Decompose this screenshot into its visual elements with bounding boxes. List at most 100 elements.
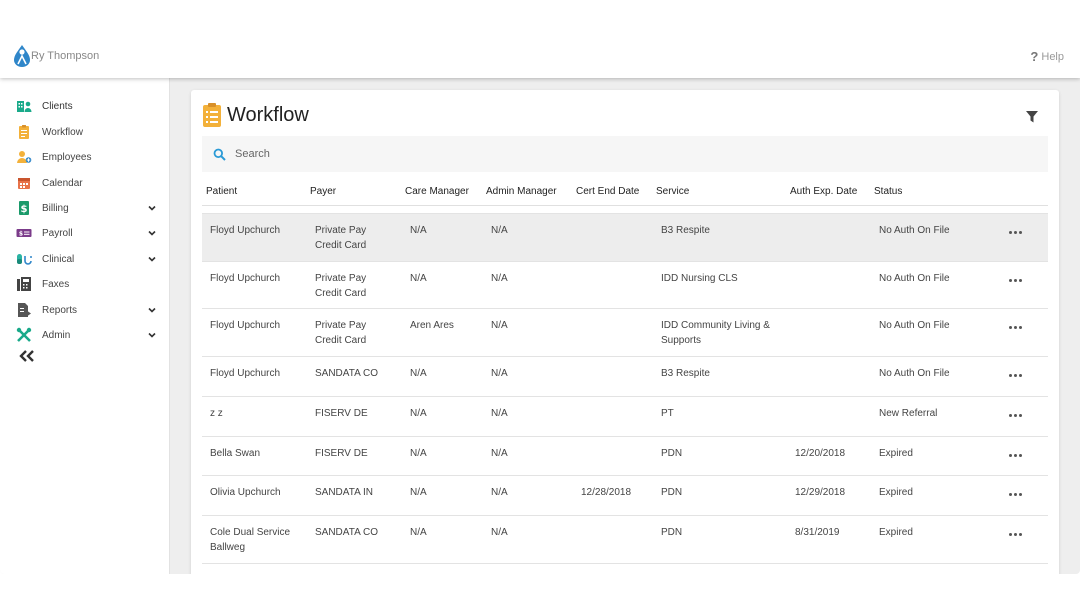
clipboard-icon xyxy=(203,103,221,127)
table-row[interactable]: Olivia Upchurch SANDATA IN N/A N/A 12/28/201… xyxy=(202,476,1048,516)
column-header-care-manager[interactable]: Care Manager xyxy=(405,186,469,197)
chevron-down-icon[interactable] xyxy=(147,203,157,213)
column-header-status[interactable]: Status xyxy=(874,186,902,197)
collapse-sidebar-icon[interactable] xyxy=(18,349,36,363)
row-more-actions-icon[interactable] xyxy=(1009,374,1023,378)
cell-line: Credit Card xyxy=(315,335,367,346)
cell-patient: Cole Dual Service Ballweg xyxy=(210,525,290,555)
help-link[interactable]: ? Help xyxy=(1030,49,1064,64)
column-header-cert-end-date[interactable]: Cert End Date xyxy=(576,186,639,197)
row-more-actions-icon[interactable] xyxy=(1009,454,1023,458)
cell-status: No Auth On File xyxy=(879,225,950,236)
cell-service: PDN xyxy=(661,485,682,500)
dot xyxy=(1014,454,1017,457)
cell-line: FISERV DE xyxy=(315,448,368,459)
dot xyxy=(1019,493,1022,496)
cell-line: Supports xyxy=(661,335,702,346)
column-header-service[interactable]: Service xyxy=(656,186,689,197)
cell-care-manager: N/A xyxy=(410,273,427,284)
sidebar: Clients Workflow Employees Calendar $ Bi… xyxy=(0,78,170,574)
cell-status: No Auth On File xyxy=(879,368,950,379)
row-more-actions-icon[interactable] xyxy=(1009,493,1023,497)
chevron-down-icon[interactable] xyxy=(147,228,157,238)
sidebar-item-employees[interactable]: Employees xyxy=(0,146,170,168)
cell-payer: SANDATA CO xyxy=(315,366,378,381)
sidebar-item-reports[interactable]: Reports xyxy=(0,299,170,321)
cell-line: B3 Respite xyxy=(661,225,710,236)
chevron-down-icon[interactable] xyxy=(147,330,157,340)
sidebar-item-clients[interactable]: Clients xyxy=(0,95,170,117)
cell-line: Credit Card xyxy=(315,240,367,251)
chevron-down-icon[interactable] xyxy=(147,254,157,264)
row-more-actions-icon[interactable] xyxy=(1009,414,1023,418)
sidebar-item-payroll[interactable]: $ Payroll xyxy=(0,222,170,244)
cell-admin-manager: N/A xyxy=(491,320,508,331)
cell-status: No Auth On File xyxy=(879,273,950,284)
filter-icon[interactable] xyxy=(1025,110,1039,124)
row-more-actions-icon[interactable] xyxy=(1009,279,1023,283)
cell-admin-manager: N/A xyxy=(491,448,508,459)
search-input[interactable] xyxy=(235,144,995,164)
sidebar-item-calendar[interactable]: Calendar xyxy=(0,172,170,194)
billing-icon: $ xyxy=(19,201,29,215)
chevron-down-icon[interactable] xyxy=(147,305,157,315)
user-name[interactable]: Ry Thompson xyxy=(31,50,99,62)
cell-admin-manager: N/A xyxy=(491,225,508,236)
cell-line: PDN xyxy=(661,527,683,538)
sidebar-item-faxes[interactable]: Faxes xyxy=(0,273,170,295)
dot xyxy=(1009,493,1012,496)
sidebar-label-reports: Reports xyxy=(42,304,78,316)
cell-service: B3 Respite xyxy=(661,366,710,381)
table-row[interactable]: Floyd Upchurch Private Pay Credit Card N/A N… xyxy=(202,262,1048,309)
table-row[interactable]: z z FISERV DE N/A N/A PT New Referral xyxy=(202,397,1048,437)
cell-line: Cole Dual Service xyxy=(210,527,291,538)
sidebar-label-workflow: Workflow xyxy=(42,126,83,138)
cell-admin-manager: N/A xyxy=(491,487,508,498)
row-more-actions-icon[interactable] xyxy=(1009,326,1023,330)
reports-icon xyxy=(18,303,31,317)
sidebar-item-admin[interactable]: Admin xyxy=(0,324,170,346)
dot xyxy=(1019,231,1022,234)
row-more-actions-icon[interactable] xyxy=(1009,231,1023,235)
sidebar-label-clients: Clients xyxy=(42,100,73,112)
help-question-icon: ? xyxy=(1030,49,1039,64)
cell-patient: Floyd Upchurch xyxy=(210,366,280,381)
table-row-partial[interactable]: SK xyxy=(202,206,1048,214)
dot xyxy=(1009,454,1012,457)
cell-line: IDD Nursing CLS xyxy=(661,273,738,284)
cell-payer: Private Pay Credit Card xyxy=(315,223,366,253)
cell-admin-manager: N/A xyxy=(491,527,508,538)
cell-status: Expired xyxy=(879,527,913,538)
table-row[interactable]: Floyd Upchurch Private Pay Credit Card N/A N… xyxy=(202,214,1048,262)
dot xyxy=(1014,493,1017,496)
cell-line: Credit Card xyxy=(315,288,367,299)
column-header-admin-manager[interactable]: Admin Manager xyxy=(486,186,557,197)
cell-line: IDD Community Living & xyxy=(661,320,770,331)
row-more-actions-icon[interactable] xyxy=(1009,533,1023,537)
clinical-icon xyxy=(17,254,32,265)
table-row[interactable]: Floyd Upchurch Private Pay Credit Card Aren… xyxy=(202,309,1048,357)
column-header-payer[interactable]: Payer xyxy=(310,186,336,197)
cell-admin-manager: N/A xyxy=(491,368,508,379)
sidebar-item-billing[interactable]: $ Billing xyxy=(0,197,170,219)
page-title: Workflow xyxy=(227,104,309,126)
column-header-patient[interactable]: Patient xyxy=(206,186,237,197)
cell-line: Floyd Upchurch xyxy=(210,320,281,331)
cell-cert-end: 12/28/2018 xyxy=(581,487,632,498)
sidebar-item-clinical[interactable]: Clinical xyxy=(0,248,170,270)
sidebar-item-workflow[interactable]: Workflow xyxy=(0,121,170,143)
workflow-table-body: SK Floyd Upchurch Private Pay Credit Card N… xyxy=(202,206,1048,574)
table-row[interactable]: Bella Swan FISERV DE N/A N/A PDN 12/20/2018 Ex… xyxy=(202,437,1048,476)
cell-payer: SANDATA IN xyxy=(315,485,373,500)
clients-icon xyxy=(17,101,32,112)
calendar-icon xyxy=(18,178,30,189)
table-row[interactable]: Cole Dual Service Ballweg SANDATA CO N/A N/A… xyxy=(202,516,1048,564)
dot xyxy=(1014,374,1017,377)
cell-line: SANDATA CO xyxy=(315,527,378,538)
cell-line: Private Pay xyxy=(315,320,367,331)
cell-care-manager: N/A xyxy=(410,225,427,236)
column-header-auth-exp-date[interactable]: Auth Exp. Date xyxy=(790,186,857,197)
dot xyxy=(1009,374,1012,377)
table-row[interactable]: Floyd Upchurch SANDATA CO N/A N/A B3 Respite… xyxy=(202,357,1048,397)
droplet-logo-icon[interactable] xyxy=(12,44,32,68)
